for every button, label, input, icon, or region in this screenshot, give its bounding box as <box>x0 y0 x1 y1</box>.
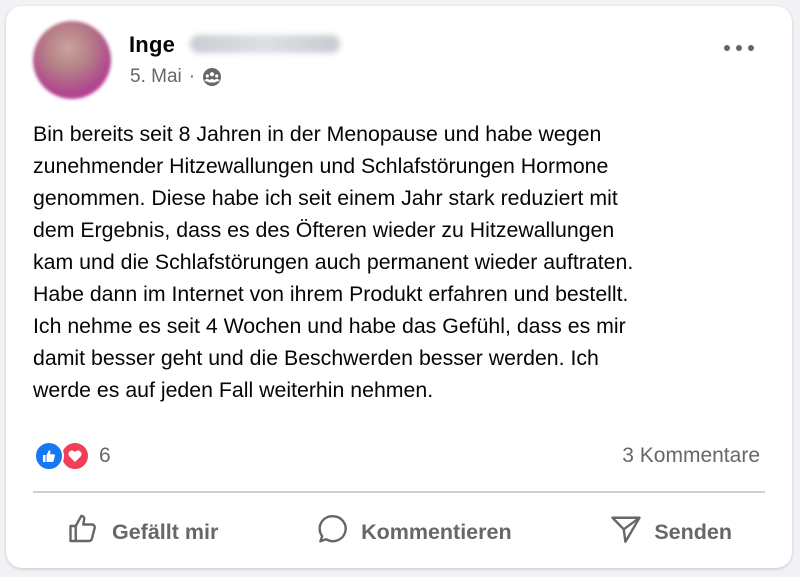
like-icon <box>34 441 64 471</box>
reactions-summary[interactable]: 6 <box>34 441 111 471</box>
divider <box>33 491 765 493</box>
author-avatar[interactable] <box>33 21 111 99</box>
reaction-count: 6 <box>99 444 111 467</box>
comment-button[interactable]: Kommentieren <box>282 508 545 556</box>
send-label: Senden <box>654 519 732 544</box>
comment-label: Kommentieren <box>361 519 512 544</box>
post-date[interactable]: 5. Mai <box>130 66 182 88</box>
comments-count[interactable]: 3 Kommentare <box>622 444 760 468</box>
comment-icon <box>315 511 361 553</box>
group-icon <box>202 67 222 87</box>
like-label: Gefällt mir <box>112 519 219 544</box>
thumbs-up-icon <box>66 511 112 553</box>
love-icon <box>60 441 90 471</box>
author-surname-redacted <box>190 35 340 53</box>
post-meta: 5. Mai · <box>130 66 222 88</box>
more-options-icon[interactable] <box>724 38 754 58</box>
like-button[interactable]: Gefällt mir <box>33 508 251 556</box>
meta-separator: · <box>188 66 196 87</box>
send-button[interactable]: Senden <box>575 508 765 556</box>
send-icon <box>608 511 654 553</box>
post-text: Bin bereits seit 8 Jahren in der Menopau… <box>33 122 634 402</box>
author-name[interactable]: Inge <box>129 32 175 58</box>
action-bar: Gefällt mir Kommentieren Senden <box>33 508 765 556</box>
post-card: Inge 5. Mai · Bin bereits seit 8 Jahren … <box>6 6 792 568</box>
